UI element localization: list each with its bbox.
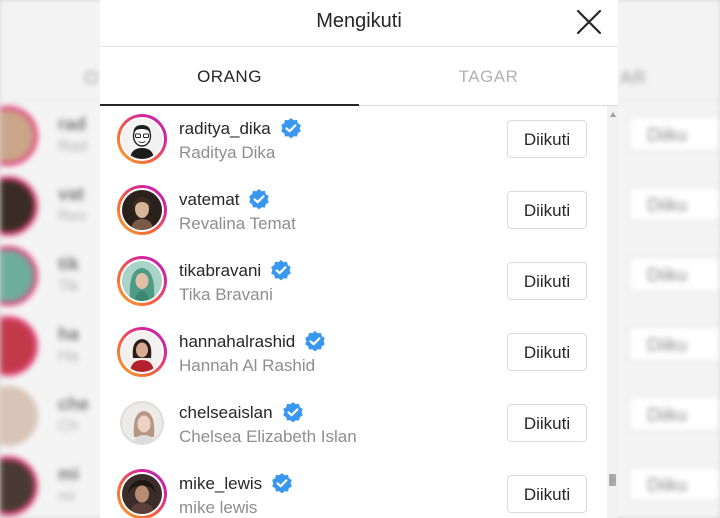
username[interactable]: mike_lewis	[179, 474, 262, 494]
full-name: Raditya Dika	[179, 143, 276, 162]
username[interactable]: tikabravani	[179, 261, 261, 281]
following-button[interactable]: Diikuti	[507, 404, 587, 442]
following-button[interactable]: Diikuti	[507, 475, 587, 513]
scrollbar[interactable]	[607, 106, 618, 518]
following-button[interactable]: Diikuti	[507, 120, 587, 158]
tab-tagar[interactable]: TAGAR	[359, 47, 618, 105]
tab-orang[interactable]: ORANG	[100, 47, 359, 106]
full-name: Chelsea Elizabeth Islan	[179, 427, 357, 446]
following-button[interactable]: Diikuti	[507, 333, 587, 371]
avatar[interactable]	[117, 114, 167, 164]
verified-badge-icon	[272, 473, 292, 494]
list-item: vatemat Revalina Temat Diikuti	[100, 177, 606, 248]
profile-photo-tikabravani	[122, 261, 162, 301]
verified-badge-icon	[271, 260, 292, 281]
profile-photo-chelseaislan	[122, 403, 162, 443]
following-modal: Mengikuti ORANG TAGAR raditya_dika Radit…	[100, 0, 618, 518]
following-list: raditya_dika Raditya Dika Diikuti vatema…	[100, 106, 618, 518]
username[interactable]: raditya_dika	[179, 119, 271, 139]
modal-title: Mengikuti	[316, 10, 402, 32]
list-item: mike_lewis mike lewis Diikuti	[100, 461, 606, 518]
list-item: raditya_dika Raditya Dika Diikuti	[100, 106, 606, 177]
following-button[interactable]: Diikuti	[507, 191, 587, 229]
verified-badge-icon	[249, 189, 270, 210]
verified-badge-icon	[305, 331, 326, 352]
close-icon	[576, 9, 602, 35]
following-button[interactable]: Diikuti	[507, 262, 587, 300]
verified-badge-icon	[280, 118, 301, 139]
scrollbar-thumb[interactable]	[609, 474, 616, 486]
avatar[interactable]	[117, 185, 167, 235]
modal-header: Mengikuti	[100, 0, 618, 47]
profile-photo-vatemat	[122, 190, 162, 230]
username[interactable]: hannahalrashid	[179, 332, 295, 352]
username[interactable]: chelseaislan	[179, 403, 273, 423]
avatar[interactable]	[117, 327, 167, 377]
list-item: hannahalrashid Hannah Al Rashid Diikuti	[100, 319, 606, 390]
avatar[interactable]	[117, 256, 167, 306]
full-name: mike lewis	[179, 498, 258, 517]
full-name: Tika Bravani	[179, 285, 273, 304]
verified-badge-icon	[282, 402, 303, 423]
list-item: chelseaislan Chelsea Elizabeth Islan Dii…	[100, 390, 606, 461]
profile-photo-raditya	[122, 119, 162, 159]
list-item: tikabravani Tika Bravani Diikuti	[100, 248, 606, 319]
tab-bar: ORANG TAGAR	[100, 47, 618, 106]
scroll-up-arrow-icon[interactable]	[610, 112, 616, 117]
close-button[interactable]	[576, 9, 602, 35]
avatar[interactable]	[117, 469, 167, 518]
profile-photo-mike-lewis	[122, 474, 162, 514]
full-name: Revalina Temat	[179, 214, 296, 233]
username[interactable]: vatemat	[179, 190, 239, 210]
full-name: Hannah Al Rashid	[179, 356, 316, 375]
profile-photo-hannahalrashid	[122, 332, 162, 372]
avatar[interactable]	[117, 398, 167, 448]
